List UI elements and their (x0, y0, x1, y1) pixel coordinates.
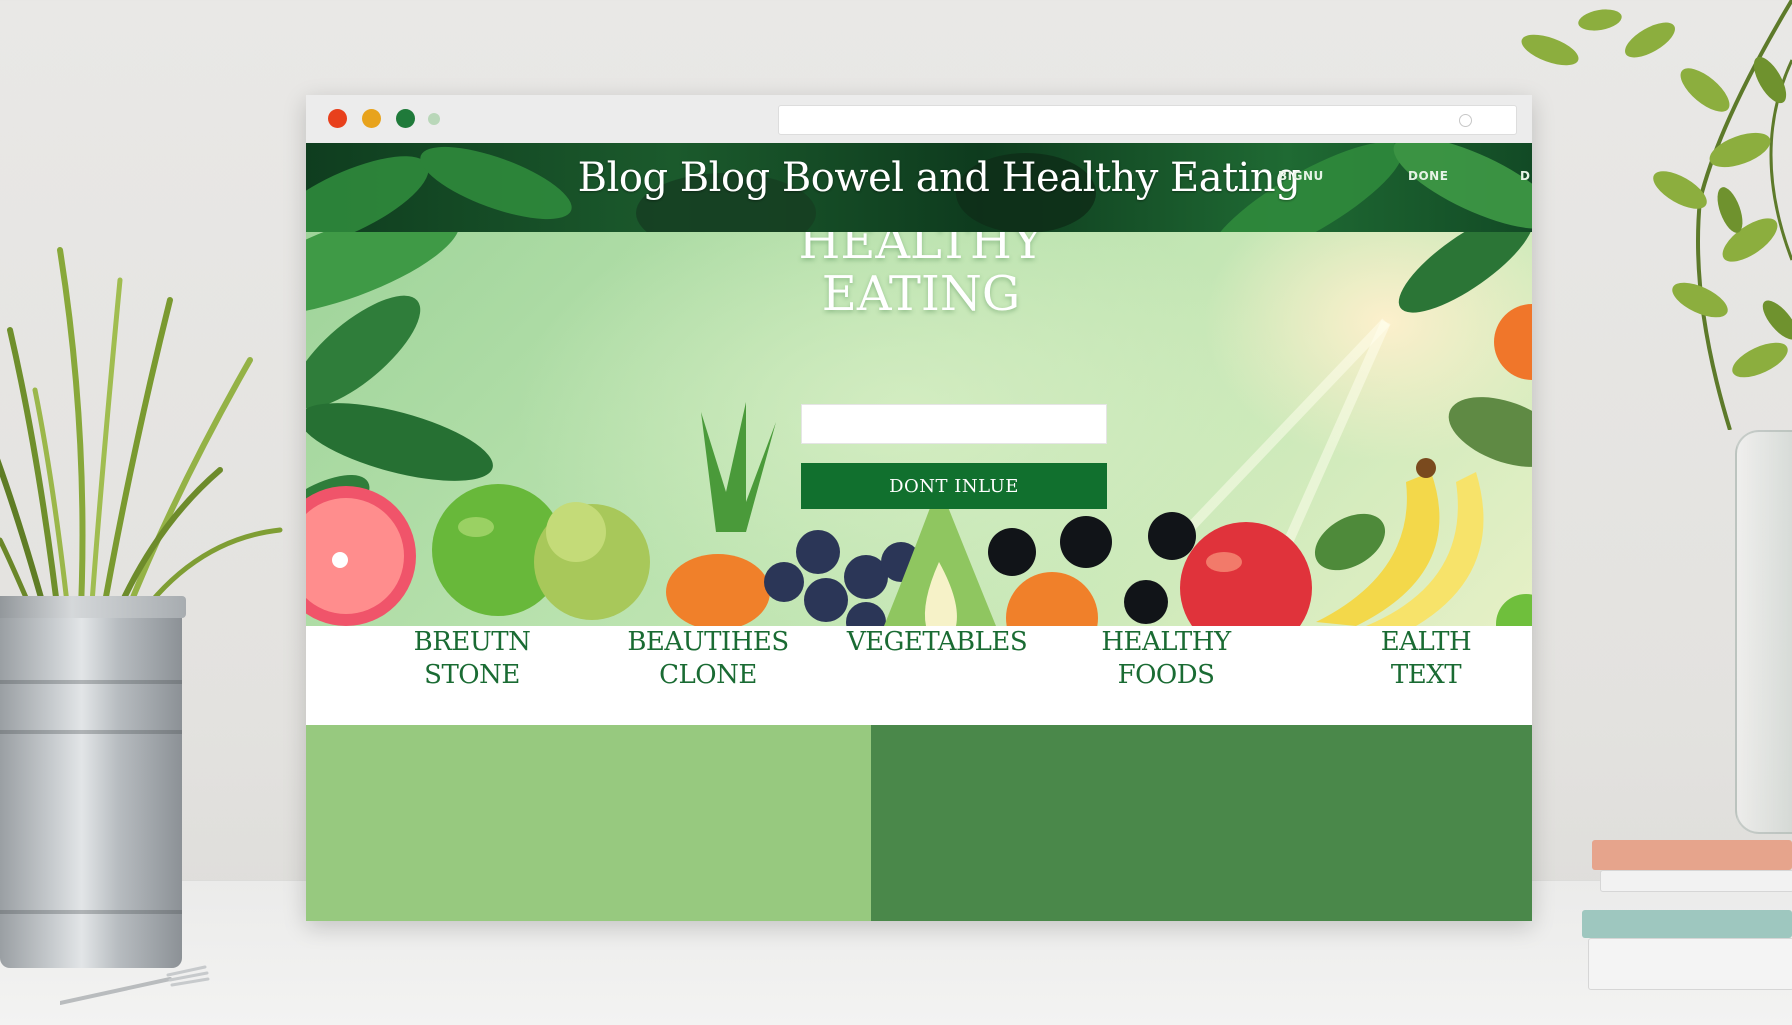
category-line-1: HEALTHY (1101, 627, 1231, 657)
nav-link-3[interactable]: D (1520, 169, 1530, 183)
hero-banner: HEALTHY EATING DONT INLUE (306, 232, 1532, 626)
hanging-leaf-plant (1521, 0, 1792, 430)
category-line-2: FOODS (1117, 660, 1215, 690)
content-panel-left (306, 725, 871, 921)
category-item[interactable]: EALTH TEXT (1326, 626, 1526, 692)
glass-jar (1735, 430, 1792, 834)
category-item[interactable]: VEGETABLES (837, 626, 1037, 659)
category-bar: BREUTN STONE BEAUTIHES CLONE VEGETABLES … (306, 626, 1532, 725)
category-line-2: STONE (424, 660, 520, 690)
pot-rim (0, 596, 186, 618)
site-header: Blog Blog Bowel and Healthy Eating BIGNU… (306, 143, 1532, 232)
category-item[interactable]: HEALTHY FOODS (1066, 626, 1266, 692)
book (1600, 870, 1792, 892)
category-line-2: CLONE (659, 660, 757, 690)
extra-dot-icon (428, 113, 440, 125)
hero-cta-button[interactable]: DONT INLUE (801, 463, 1107, 509)
book (1582, 910, 1792, 938)
hero-title-line-1: HEALTHY (798, 232, 1044, 270)
category-line-2: TEXT (1390, 660, 1462, 690)
hero-title-line-2: EATING (821, 266, 1021, 322)
nav-link-1[interactable]: BIGNU (1278, 169, 1324, 183)
pot-ridge (0, 680, 182, 684)
fork (60, 965, 210, 1005)
content-panel-right (871, 725, 1532, 921)
close-dot-icon[interactable] (328, 109, 347, 128)
reload-icon[interactable] (1459, 114, 1472, 127)
minimize-dot-icon[interactable] (362, 109, 381, 128)
pot-ridge (0, 910, 182, 914)
book (1592, 840, 1792, 870)
address-bar[interactable] (778, 105, 1517, 135)
category-item[interactable]: BEAUTIHES CLONE (608, 626, 808, 692)
maximize-dot-icon[interactable] (396, 109, 415, 128)
potted-grass-plant (0, 247, 283, 630)
category-line-1: EALTH (1380, 627, 1472, 657)
hero-search-input[interactable] (801, 404, 1107, 444)
category-line-1: VEGETABLES (846, 627, 1028, 657)
hero-title: HEALTHY EATING (766, 232, 1076, 320)
web-page: Blog Blog Bowel and Healthy Eating BIGNU… (306, 143, 1532, 921)
category-line-1: BREUTN (413, 627, 531, 657)
category-line-1: BEAUTIHES (627, 627, 789, 657)
pot-ridge (0, 730, 182, 734)
browser-toolbar (306, 95, 1532, 144)
site-title[interactable]: Blog Blog Bowel and Healthy Eating (306, 143, 1532, 213)
browser-window: Blog Blog Bowel and Healthy Eating BIGNU… (306, 95, 1532, 921)
metal-plant-pot (0, 596, 186, 968)
nav-link-2[interactable]: DONE (1408, 169, 1448, 183)
book (1588, 938, 1792, 990)
category-item[interactable]: BREUTN STONE (372, 626, 572, 692)
